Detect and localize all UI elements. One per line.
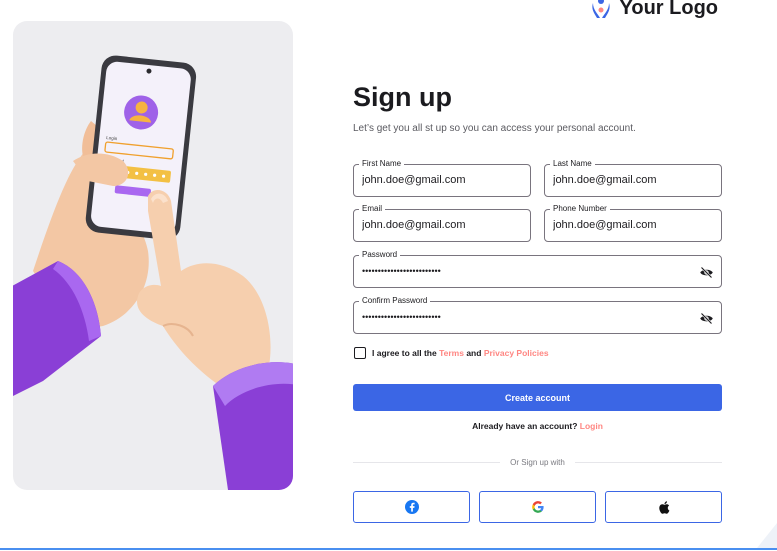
agree-checkbox[interactable] xyxy=(354,347,366,359)
social-divider: Or Sign up with xyxy=(353,456,723,468)
first-name-field[interactable]: First Name xyxy=(353,158,531,197)
confirm-password-input[interactable] xyxy=(362,312,662,322)
have-account-text: Already have an account? Login xyxy=(353,421,722,431)
phone-input[interactable] xyxy=(553,219,703,231)
hand-phone-illustration: Login Password xyxy=(13,55,293,490)
privacy-link[interactable]: Privacy Policies xyxy=(484,348,549,358)
email-label: Email xyxy=(359,203,386,215)
agree-prefix: I agree to all the xyxy=(372,348,440,358)
confirm-password-field[interactable]: Confirm Password xyxy=(353,295,722,334)
logo: Your Logo xyxy=(590,0,719,20)
corner-decoration xyxy=(757,523,777,548)
last-name-field[interactable]: Last Name xyxy=(544,158,722,197)
illustration-card: Login Password xyxy=(13,21,293,490)
apple-icon xyxy=(658,500,669,514)
facebook-signup-button[interactable] xyxy=(353,491,470,523)
email-input[interactable] xyxy=(362,219,512,231)
create-account-button[interactable]: Create account xyxy=(353,384,722,411)
apple-signup-button[interactable] xyxy=(605,491,722,523)
phone-field[interactable]: Phone Number xyxy=(544,203,722,242)
eye-off-icon[interactable] xyxy=(699,311,714,326)
password-field[interactable]: Password xyxy=(353,249,722,288)
page-title: Sign up xyxy=(353,82,452,112)
password-label: Password xyxy=(359,249,401,261)
logo-icon xyxy=(591,0,610,18)
confirm-password-label: Confirm Password xyxy=(359,295,431,307)
first-name-input[interactable] xyxy=(362,174,512,186)
page-subtitle: Let’s get you all st up so you can acces… xyxy=(353,123,636,134)
last-name-input[interactable] xyxy=(553,174,703,186)
bottom-border xyxy=(0,548,777,550)
google-icon xyxy=(531,501,544,513)
email-field[interactable]: Email xyxy=(353,203,531,242)
agree-and: and xyxy=(463,348,484,358)
logo-text: Your Logo xyxy=(619,0,719,19)
google-signup-button[interactable] xyxy=(479,491,596,523)
terms-link[interactable]: Terms xyxy=(439,348,464,358)
phone-label: Phone Number xyxy=(550,203,610,215)
password-input[interactable] xyxy=(362,266,662,276)
divider-text: Or Sign up with xyxy=(510,457,565,467)
have-account-prefix: Already have an account? xyxy=(472,421,580,431)
agree-row: I agree to all the Terms and Privacy Pol… xyxy=(354,347,549,359)
agree-text: I agree to all the Terms and Privacy Pol… xyxy=(372,348,549,358)
login-link[interactable]: Login xyxy=(580,421,603,431)
eye-off-icon[interactable] xyxy=(699,265,714,280)
first-name-label: First Name xyxy=(359,158,405,170)
last-name-label: Last Name xyxy=(550,158,595,170)
facebook-icon xyxy=(404,500,419,514)
